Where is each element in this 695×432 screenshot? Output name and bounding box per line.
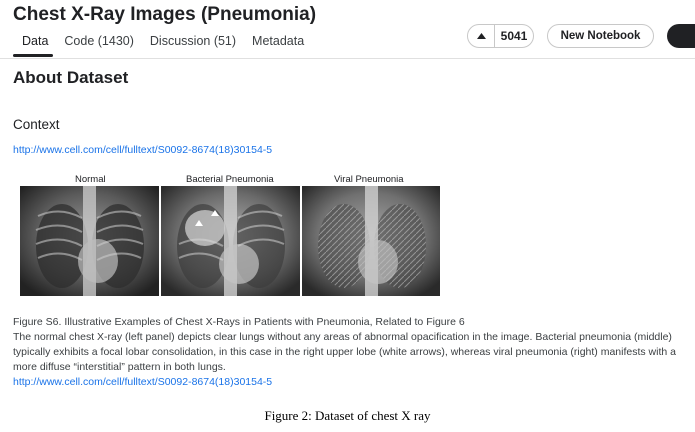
new-notebook-button[interactable]: New Notebook [547, 24, 654, 48]
vote-count: 5041 [500, 29, 528, 43]
xray-bacterial-image [161, 186, 300, 296]
code-button[interactable] [667, 24, 695, 48]
caption-title: Figure S6. Illustrative Examples of Ches… [13, 316, 465, 328]
xray-normal-image [20, 186, 159, 296]
caption-link[interactable]: http://www.cell.com/cell/fulltext/S0092-… [13, 376, 272, 388]
tab-discussion[interactable]: Discussion (51) [150, 34, 236, 48]
active-tab-indicator [13, 54, 53, 57]
header-divider [0, 58, 695, 59]
tab-code[interactable]: Code (1430) [64, 34, 134, 48]
page-title: Chest X-Ray Images (Pneumonia) [13, 4, 317, 25]
label-normal: Normal [75, 174, 106, 185]
caption-body: The normal chest X-ray (left panel) depi… [13, 331, 676, 373]
context-link[interactable]: http://www.cell.com/cell/fulltext/S0092-… [13, 144, 272, 156]
tab-data[interactable]: Data [22, 34, 48, 48]
label-viral: Viral Pneumonia [334, 174, 404, 185]
figure-description: Figure S6. Illustrative Examples of Ches… [13, 315, 678, 390]
tab-metadata[interactable]: Metadata [252, 34, 304, 48]
section-title: About Dataset [13, 68, 129, 87]
context-heading: Context [13, 117, 60, 132]
label-bacterial: Bacterial Pneumonia [186, 174, 274, 185]
figure-caption: Figure 2: Dataset of chest X ray [264, 408, 431, 423]
upvote-button[interactable]: 5041 [467, 24, 534, 48]
tab-bar: Data Code (1430) Discussion (51) Metadat… [22, 34, 320, 48]
triangle-up-icon[interactable] [468, 25, 495, 47]
xray-viral-image [302, 186, 440, 296]
